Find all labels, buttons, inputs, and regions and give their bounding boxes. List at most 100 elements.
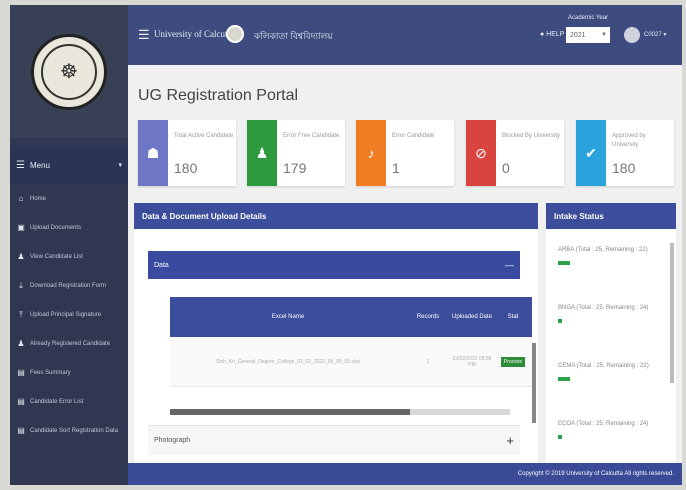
help-label: HELP <box>546 31 565 38</box>
stat-card-total-active: ☗ Total Active Candidate 180 <box>138 120 236 186</box>
stat-label: Approved by University <box>612 133 646 148</box>
table-header: Excel Name Records Uploaded Date Stat <box>170 297 532 337</box>
column-header: Records <box>416 314 440 320</box>
sidebar-item-download-registration-form[interactable]: ⤓ Download Registration Form <box>10 271 128 300</box>
progress-bar <box>558 261 570 265</box>
seal-icon <box>226 25 244 43</box>
date-cell: 03/02/2022 05:58 PM <box>452 355 492 368</box>
data-section-header[interactable]: Data — <box>148 251 520 279</box>
academic-year-value: 2021 <box>570 31 586 39</box>
upload-table: Excel Name Records Uploaded Date Stat Si… <box>170 297 532 407</box>
hamburger-icon: ☰ <box>16 159 25 171</box>
user-menu[interactable]: C0027 ▾ <box>644 31 666 38</box>
upload-icon: ⤒ <box>19 309 23 319</box>
file-upload-icon: ▣ <box>17 223 25 232</box>
sidebar-item-view-candidate-list[interactable]: ♟ View Candidate List <box>10 242 128 271</box>
intake-text: BNGA (Total : 25, Remaining : 24) <box>558 305 649 311</box>
sidebar-item-label: Download Registration Form <box>30 282 107 289</box>
stat-label: Total Active Candidate <box>174 133 234 139</box>
stat-card-approved: ✔ Approved by University 180 <box>576 120 674 186</box>
document-icon: ▤ <box>17 397 25 406</box>
intake-item: CEMA (Total : 25, Remaining : 22) <box>558 361 658 381</box>
stat-value: 1 <box>392 160 400 176</box>
menu-label: Menu <box>29 160 50 170</box>
column-header: Stat <box>507 314 519 320</box>
photograph-label: Photograph <box>154 437 191 444</box>
app-window: ☸ ☰ Menu ▾ ⌂ Home ▣ Upload Documents ♟ View… <box>10 5 682 485</box>
sidebar-item-candidate-sort-data[interactable]: ▤ Candidate Sort Registration Data <box>10 416 128 445</box>
seal-icon: ☸ <box>41 43 97 100</box>
column-header: Uploaded Date <box>451 314 493 320</box>
panel-title: Data & Document Upload Details <box>134 203 538 229</box>
scrollbar-thumb[interactable] <box>170 409 410 415</box>
sidebar-item-label: Upload Principal Signature <box>30 311 102 318</box>
status-cell: Process <box>494 337 532 386</box>
photograph-section[interactable]: Photograph + <box>148 425 520 455</box>
document-icon: ▤ <box>17 426 25 435</box>
sidebar-item-label: Candidate Sort Registration Data <box>30 427 119 434</box>
top-bar: ☰ University of Calcutta কলিকাতা বিশ্ববি… <box>128 5 682 65</box>
sidebar-item-label: Home <box>30 195 47 202</box>
bell-icon: ♪ <box>356 120 386 186</box>
user-name: C0027 <box>644 32 662 38</box>
sidebar-item-label: Candidate Error List <box>30 398 84 405</box>
block-icon: ⊘ <box>466 120 496 186</box>
intake-text: CEMA (Total : 25, Remaining : 22) <box>558 363 649 369</box>
university-logo: ☸ <box>31 33 107 110</box>
home-icon: ⌂ <box>18 194 24 203</box>
users-icon: ♟ <box>17 252 25 261</box>
table-row: Sinh_Kri_General_Degree_College_02_02_20… <box>170 337 532 387</box>
vertical-scrollbar[interactable] <box>532 343 536 423</box>
stat-label: Blocked By University <box>502 133 561 139</box>
excel-name-cell: Sinh_Kri_General_Degree_College_02_02_20… <box>216 358 360 365</box>
university-title-bengali: কলিকাতা বিশ্ববিদ্যালয় <box>254 31 333 41</box>
section-title: Data <box>154 261 169 269</box>
intake-text: ECOA (Total : 25, Remaining : 24) <box>558 421 649 427</box>
sidebar-item-candidate-error-list[interactable]: ▤ Candidate Error List <box>10 387 128 416</box>
stat-card-error: ♪ Error Candidate 1 <box>356 120 454 186</box>
sidebar-item-home[interactable]: ⌂ Home <box>10 184 128 213</box>
progress-bar <box>558 435 562 439</box>
help-link[interactable]: ● HELP <box>540 31 564 38</box>
records-cell: 1 <box>426 358 430 365</box>
avatar[interactable] <box>624 27 640 43</box>
stat-card-blocked: ⊘ Blocked By University 0 <box>466 120 564 186</box>
status-badge[interactable]: Process <box>500 356 526 367</box>
intake-item: BNGA (Total : 25, Remaining : 24) <box>558 303 658 323</box>
users-icon: ♟ <box>17 339 25 348</box>
hamburger-icon[interactable]: ☰ <box>138 27 150 43</box>
chevron-down-icon: ▾ <box>118 162 122 169</box>
sidebar-item-upload-principal-signature[interactable]: ⤒ Upload Principal Signature <box>10 300 128 329</box>
stat-value: 180 <box>174 160 198 176</box>
document-icon: ▤ <box>17 368 25 377</box>
sidebar-item-label: Fees Summary <box>30 369 71 376</box>
menu-header[interactable]: ☰ Menu ▾ <box>10 146 128 184</box>
sidebar-item-label: Upload Documents <box>30 224 82 231</box>
progress-bar <box>558 377 570 381</box>
horizontal-scrollbar[interactable] <box>170 409 510 415</box>
stat-label: Error Candidate <box>392 133 435 139</box>
stat-value: 179 <box>283 160 307 176</box>
sidebar-item-upload-documents[interactable]: ▣ Upload Documents <box>10 213 128 242</box>
stat-label: Error Free Candidate <box>283 133 340 139</box>
download-icon: ⤓ <box>19 280 23 290</box>
stat-card-error-free: ♟ Error Free Candidate 179 <box>247 120 345 186</box>
panel-title: Intake Status <box>546 203 676 229</box>
academic-year-select[interactable]: 2021 ▼ <box>566 27 610 43</box>
minus-icon[interactable]: — <box>505 260 514 270</box>
main-content: UG Registration Portal ☗ Total Active Ca… <box>128 65 682 465</box>
sidebar-item-fees-summary[interactable]: ▤ Fees Summary <box>10 358 128 387</box>
logo-area: ☸ <box>10 5 128 138</box>
vertical-scrollbar[interactable] <box>670 243 674 383</box>
sidebar-item-label: View Candidate List <box>30 253 83 260</box>
plus-icon[interactable]: + <box>506 433 514 448</box>
university-title: University of Calcutta <box>154 29 234 39</box>
sidebar-item-label: Already Registered Candidate <box>30 340 111 347</box>
page-title: UG Registration Portal <box>138 87 299 104</box>
intake-text: ARBA (Total : 25, Remaining : 22) <box>558 247 648 253</box>
sidebar-item-already-registered[interactable]: ♟ Already Registered Candidate <box>10 329 128 358</box>
column-header: Excel Name <box>271 314 305 320</box>
academic-year-label: Academic Year <box>568 15 609 21</box>
footer: Copyright © 2019 University of Calcutta … <box>128 463 682 485</box>
intake-item: ARBA (Total : 25, Remaining : 22) <box>558 245 658 265</box>
